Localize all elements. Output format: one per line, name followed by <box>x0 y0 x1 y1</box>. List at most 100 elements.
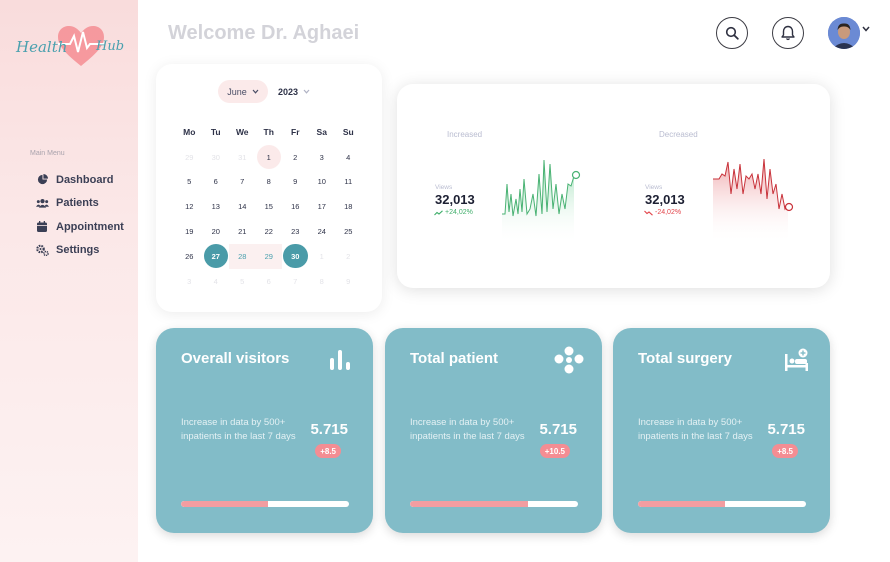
calendar-day[interactable]: 23 <box>282 219 309 244</box>
calendar-day[interactable]: 8 <box>256 170 283 195</box>
calendar-day[interactable]: 3 <box>309 145 336 170</box>
total-patient-card[interactable]: Total patient Increase in data by 500+ i… <box>385 328 602 533</box>
card-title: Total patient <box>410 350 499 367</box>
calendar-day[interactable]: 14 <box>229 194 256 219</box>
weekday-label: Sa <box>316 127 327 138</box>
views-stats-card: Increased Views 32,013 +24,02% Decreased… <box>397 84 830 288</box>
calendar-day[interactable]: 10 <box>309 170 336 195</box>
change-badge: +8.5 <box>772 444 798 458</box>
sidebar-item-settings[interactable]: Settings <box>34 239 124 263</box>
pie-chart-icon <box>34 174 50 186</box>
sidebar-item-patients[interactable]: Patients <box>34 192 124 216</box>
card-description: Increase in data by 500+ inpatients in t… <box>410 417 525 442</box>
calendar-day[interactable]: 4 <box>335 145 362 170</box>
calendar-day[interactable]: 17 <box>309 194 336 219</box>
calendar-day[interactable]: 29 <box>255 243 282 269</box>
card-value: 5.715 <box>539 421 577 438</box>
calendar-day[interactable]: 4 <box>203 269 230 294</box>
page-title: Welcome Dr. Aghaei <box>168 22 360 44</box>
calendar-day[interactable]: 5 <box>176 170 203 195</box>
month-select[interactable]: June <box>218 80 268 103</box>
calendar-day[interactable]: 20 <box>203 219 230 244</box>
calendar-day[interactable]: 16 <box>282 194 309 219</box>
calendar-day[interactable]: 19 <box>176 219 203 244</box>
weekday-label: Th <box>263 127 274 138</box>
calendar-day[interactable]: 25 <box>335 219 362 244</box>
calendar-day[interactable]: 7 <box>282 269 309 294</box>
calendar-day[interactable]: 2 <box>335 244 362 269</box>
calendar-day[interactable]: 24 <box>309 219 336 244</box>
calendar-day[interactable]: 31 <box>229 145 256 170</box>
calendar-day[interactable]: 15 <box>256 194 283 219</box>
calendar-icon <box>34 221 50 233</box>
calendar-day[interactable]: 21 <box>229 219 256 244</box>
notifications-button[interactable] <box>772 17 804 49</box>
calendar-day[interactable]: 9 <box>335 269 362 294</box>
user-photo-icon <box>828 17 860 49</box>
weekday-label: We <box>235 127 249 138</box>
weekday-label: Mo <box>183 127 196 138</box>
year-select[interactable]: 2023 <box>278 80 310 103</box>
weekday-label: Fr <box>291 127 300 138</box>
patients-group-icon <box>554 346 584 374</box>
calendar-day[interactable]: 9 <box>282 170 309 195</box>
sidebar-item-label: Settings <box>56 244 100 257</box>
increased-views-value: 32,013 <box>435 192 475 207</box>
calendar-day[interactable]: 2 <box>282 145 309 170</box>
card-description: Increase in data by 500+ inpatients in t… <box>181 417 296 442</box>
calendar-day[interactable]: 8 <box>309 269 336 294</box>
calendar-day[interactable]: 29 <box>176 145 203 170</box>
avatar[interactable] <box>828 17 860 49</box>
calendar-grid: Mo Tu We Th Fr Sa Su 29 30 31 1 2 3 4 5 6 7 8 9 10 11 12 13 14 1… <box>176 120 362 294</box>
month-label: June <box>227 86 247 97</box>
progress-fill <box>410 501 528 507</box>
main-menu: Dashboard Patients Appointment Settings <box>34 168 124 262</box>
decreased-label: Decreased <box>659 130 698 139</box>
calendar-day[interactable]: 13 <box>203 194 230 219</box>
calendar-day[interactable]: 5 <box>229 269 256 294</box>
card-title: Total surgery <box>638 350 732 367</box>
calendar-day[interactable]: 28 <box>229 243 256 269</box>
calendar-day[interactable]: 18 <box>335 194 362 219</box>
progress-bar <box>638 501 806 507</box>
card-description: Increase in data by 500+ inpatients in t… <box>638 417 753 442</box>
calendar-day[interactable]: 1 <box>256 144 283 170</box>
chevron-down-icon <box>303 89 310 94</box>
decreased-delta-value: -24,02% <box>655 209 682 216</box>
change-badge: +10.5 <box>539 444 570 458</box>
calendar-day[interactable]: 6 <box>256 269 283 294</box>
chevron-down-icon[interactable] <box>862 26 870 32</box>
year-label: 2023 <box>278 86 299 97</box>
sidebar-item-label: Appointment <box>56 220 124 233</box>
sidebar-item-label: Patients <box>56 197 99 210</box>
progress-fill <box>181 501 269 507</box>
progress-bar <box>181 501 349 507</box>
app: Health Hub Main Menu Dashboard Patients <box>0 0 890 562</box>
progress-bar <box>410 501 578 507</box>
search-button[interactable] <box>716 17 748 49</box>
calendar-widget: June 2023 Mo Tu We Th Fr Sa Su 29 30 31 1 2 3 4 5 6 7 8 9 1… <box>156 64 382 312</box>
brand-name-part1: Health <box>16 38 68 56</box>
card-value: 5.715 <box>310 421 348 438</box>
calendar-day[interactable]: 11 <box>335 170 362 195</box>
calendar-day-selected[interactable]: 27 <box>203 243 230 269</box>
calendar-day[interactable]: 22 <box>256 219 283 244</box>
calendar-day[interactable]: 6 <box>203 170 230 195</box>
chevron-down-icon <box>252 89 259 94</box>
brand-logo[interactable]: Health Hub <box>14 24 126 70</box>
calendar-day[interactable]: 26 <box>176 244 203 269</box>
brand-name-part2: Hub <box>96 39 125 54</box>
calendar-day[interactable]: 12 <box>176 194 203 219</box>
calendar-day[interactable]: 1 <box>309 244 336 269</box>
progress-fill <box>638 501 726 507</box>
sidebar-item-dashboard[interactable]: Dashboard <box>34 168 124 192</box>
total-surgery-card[interactable]: Total surgery Increase in data by 500+ i… <box>613 328 830 533</box>
calendar-day-selected[interactable]: 30 <box>282 243 309 269</box>
increased-sparkline <box>502 159 581 244</box>
calendar-day[interactable]: 30 <box>203 145 230 170</box>
calendar-day[interactable]: 7 <box>229 170 256 195</box>
sidebar-item-appointment[interactable]: Appointment <box>34 215 124 239</box>
sidebar: Health Hub Main Menu Dashboard Patients <box>0 0 138 562</box>
overall-visitors-card[interactable]: Overall visitors Increase in data by 500… <box>156 328 373 533</box>
calendar-day[interactable]: 3 <box>176 269 203 294</box>
